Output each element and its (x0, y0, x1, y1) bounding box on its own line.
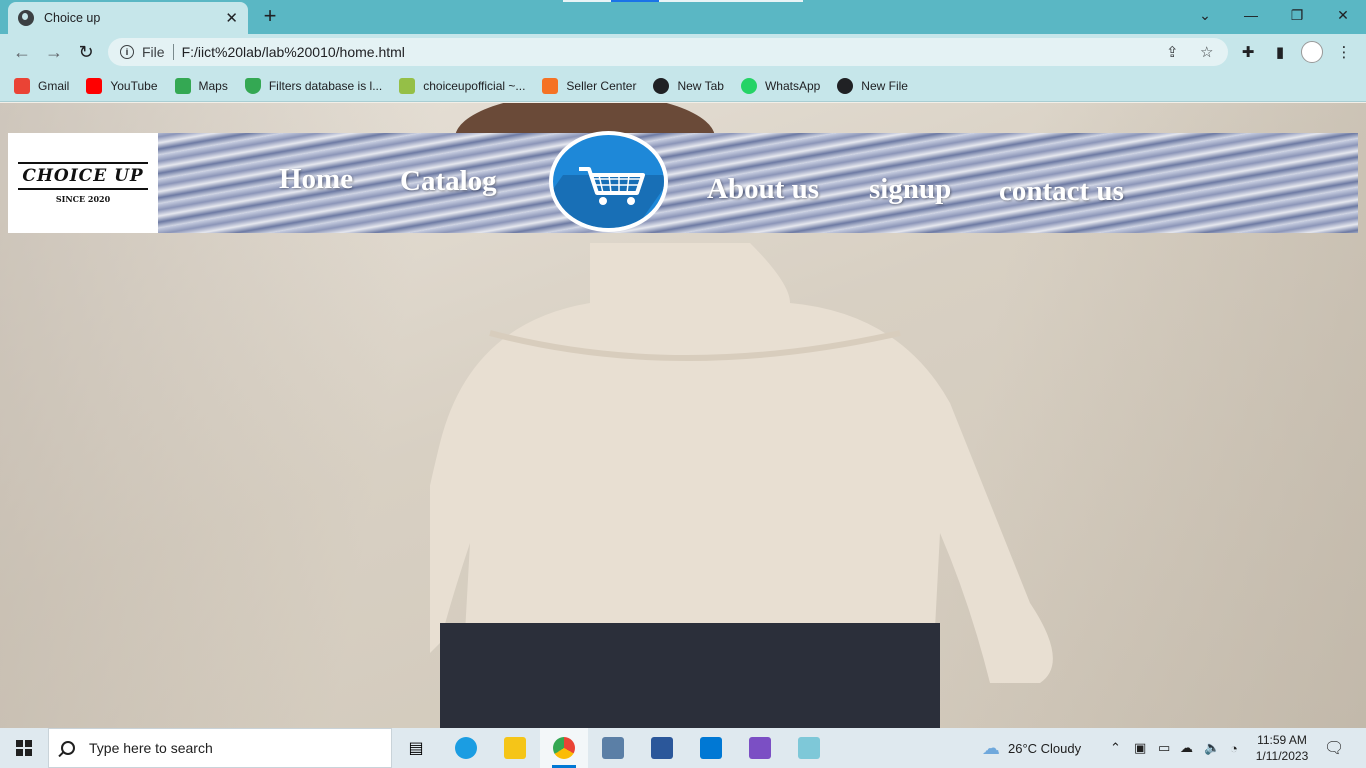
address-bar[interactable]: i File F:/iict%20lab/lab%20010/home.html… (108, 38, 1228, 66)
close-window-button[interactable]: ✕ (1320, 0, 1366, 30)
bookmark-maps[interactable]: Maps (174, 77, 228, 94)
whatsapp-icon (740, 77, 757, 94)
browser-toolbar: ← → ↻ i File F:/iict%20lab/lab%20010/hom… (0, 34, 1366, 70)
weather-widget[interactable]: ☁ 26°C Cloudy (982, 728, 1081, 768)
back-icon[interactable]: ← (10, 40, 34, 64)
meet-now-icon[interactable]: ▣ (1134, 728, 1146, 768)
visual-studio-icon (749, 737, 771, 759)
reload-icon[interactable]: ↻ (74, 40, 98, 64)
cart-button[interactable] (549, 131, 668, 232)
url-scheme: File (142, 44, 165, 60)
tab-title: Choice up (44, 11, 101, 25)
weather-text: 26°C Cloudy (1008, 740, 1082, 756)
bookmark-whatsapp[interactable]: WhatsApp (740, 77, 820, 94)
bookmarks-bar: Gmail YouTube Maps Filters database is l… (0, 70, 1366, 102)
close-tab-icon[interactable]: ✕ (225, 9, 238, 27)
globe-icon (18, 10, 34, 26)
onedrive-icon[interactable]: ☁ (1180, 728, 1193, 768)
show-hidden-icons[interactable]: ⌃ (1110, 728, 1121, 768)
nav-catalog[interactable]: Catalog (400, 165, 497, 198)
extensions-icon[interactable]: ✚ (1238, 42, 1258, 62)
start-button[interactable] (0, 728, 48, 768)
edge-icon (455, 737, 477, 759)
minimize-button[interactable]: — (1228, 0, 1274, 30)
side-panel-icon[interactable]: ▮ (1270, 42, 1290, 62)
bookmark-seller-center[interactable]: Seller Center (542, 77, 636, 94)
search-icon (61, 741, 75, 755)
url-divider (172, 44, 174, 60)
volume-icon[interactable]: 🔈 (1204, 728, 1220, 768)
site-header: CHOICE UP SINCE 2020 Home Catalog About … (8, 131, 1358, 233)
word-app[interactable] (638, 728, 686, 768)
notepad-app[interactable] (785, 728, 833, 768)
notepad-icon (798, 737, 820, 759)
windows-icon (16, 740, 32, 756)
bookmark-new-file[interactable]: New File (837, 77, 908, 94)
search-placeholder: Type here to search (89, 740, 213, 756)
seller-center-icon (542, 77, 559, 94)
folder-icon (504, 737, 526, 759)
clock-time: 11:59 AM (1257, 733, 1307, 747)
bookmark-new-tab[interactable]: New Tab (653, 77, 724, 94)
taskbar-search[interactable]: Type here to search (48, 728, 392, 768)
bookmark-filters-database[interactable]: Filters database is l... (244, 77, 382, 94)
site-logo[interactable]: CHOICE UP SINCE 2020 (8, 133, 158, 233)
forward-icon[interactable]: → (42, 40, 66, 64)
globe-icon (653, 77, 670, 94)
gmail-icon (14, 77, 30, 94)
browser-tab[interactable]: Choice up ✕ (8, 2, 248, 34)
bookmark-youtube[interactable]: YouTube (86, 77, 158, 94)
task-view-button[interactable]: ▤ (392, 728, 440, 768)
shopping-cart-icon (579, 167, 645, 205)
shield-icon (244, 77, 261, 94)
bookmark-choiceupofficial[interactable]: choiceupofficial ~... (399, 77, 525, 94)
youtube-icon (86, 77, 103, 94)
computer-icon (602, 737, 624, 759)
nav-home[interactable]: Home (279, 163, 353, 196)
edge-app[interactable] (442, 728, 490, 768)
computer-app[interactable] (589, 728, 637, 768)
window-drag-bar (563, 0, 803, 2)
profile-avatar[interactable] (1301, 41, 1323, 63)
bookmark-star-icon[interactable]: ☆ (1200, 38, 1213, 66)
wifi-icon[interactable]: ◔ (1230, 728, 1238, 768)
chevron-up-icon: ⌃ (1110, 740, 1121, 755)
url-text[interactable]: F:/iict%20lab/lab%20010/home.html (182, 44, 405, 60)
nav-about[interactable]: About us (707, 173, 819, 206)
logo-subtitle: SINCE 2020 (55, 194, 111, 204)
vscode-app[interactable] (687, 728, 735, 768)
web-page: CHOICE UP SINCE 2020 Home Catalog About … (0, 103, 1366, 728)
share-icon[interactable]: ⇪ (1166, 38, 1179, 66)
tab-strip: Choice up ✕ + ⌄ — ❐ ✕ (0, 0, 1366, 34)
chrome-app[interactable] (540, 728, 588, 768)
system-clock[interactable]: 11:59 AM 1/11/2023 (1252, 732, 1312, 764)
github-icon (837, 77, 854, 94)
nav-contact[interactable]: contact us (999, 175, 1124, 208)
menu-icon[interactable]: ⋮ (1334, 42, 1354, 62)
notifications-icon[interactable]: 🗨 (1324, 728, 1344, 768)
restore-button[interactable]: ❐ (1274, 0, 1320, 30)
battery-icon[interactable]: ▭ (1158, 728, 1170, 768)
chrome-icon (553, 737, 575, 759)
logo-title: CHOICE UP (18, 162, 148, 190)
vscode-icon (700, 737, 722, 759)
clock-date: 1/11/2023 (1255, 749, 1309, 763)
cloud-icon: ☁ (982, 737, 1000, 758)
file-explorer-app[interactable] (491, 728, 539, 768)
info-icon[interactable]: i (120, 45, 134, 59)
nav-signup[interactable]: signup (869, 173, 951, 206)
task-view-icon: ▤ (408, 740, 424, 757)
windows-taskbar: Type here to search ▤ ☁ 26°C Cloudy ⌃ ▣ … (0, 728, 1366, 768)
word-icon (651, 737, 673, 759)
bookmark-gmail[interactable]: Gmail (14, 77, 69, 94)
maps-icon (174, 77, 191, 94)
shopify-icon (399, 77, 416, 94)
model-pants (440, 623, 940, 728)
tab-search-button[interactable]: ⌄ (1182, 0, 1228, 30)
new-tab-button[interactable]: + (258, 4, 282, 28)
visual-studio-app[interactable] (736, 728, 784, 768)
